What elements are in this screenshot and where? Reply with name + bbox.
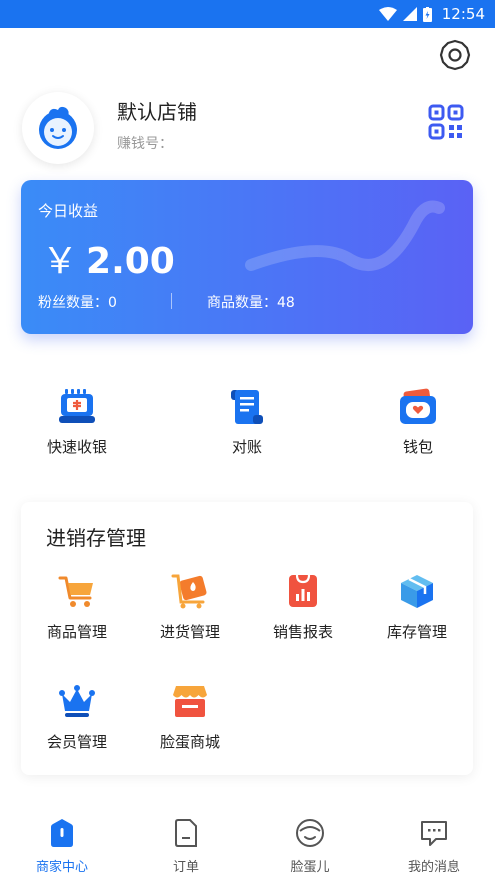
status-time: 12:54 <box>441 5 485 23</box>
quick-wallet-button[interactable]: 钱包 <box>368 387 468 467</box>
message-icon <box>421 821 447 846</box>
income-amount: ￥ 2.00 <box>42 232 175 284</box>
tab-orders-label: 订单 <box>172 860 199 875</box>
member-manage-label: 会员管理 <box>46 733 107 751</box>
signal-icon <box>402 7 417 21</box>
quick-cashier-button[interactable]: 快速收银 <box>27 387 127 467</box>
wifi-icon <box>378 7 397 21</box>
amount-value: 2.00 <box>86 241 175 282</box>
face-icon <box>296 819 324 847</box>
status-bar: 12:54 <box>0 0 495 28</box>
purchase-icon <box>171 574 207 609</box>
quick-cashier-label: 快速收银 <box>46 438 107 456</box>
tab-messages-label: 我的消息 <box>407 860 460 875</box>
avatar[interactable] <box>22 92 94 164</box>
tab-messages[interactable]: 我的消息 <box>384 818 484 875</box>
member-manage-button[interactable]: 会员管理 <box>27 682 127 762</box>
box-icon <box>401 575 433 608</box>
avatar-face-icon <box>39 106 77 149</box>
inventory-title: 进销存管理 <box>46 526 146 550</box>
card-title: 今日收益 <box>38 202 99 220</box>
fans-count: 粉丝数量：0 <box>38 295 117 311</box>
crown-icon <box>59 685 95 717</box>
sales-report-icon <box>289 574 317 607</box>
status-icons: 12:54 <box>378 0 485 28</box>
stock-manage-button[interactable]: 库存管理 <box>367 572 467 652</box>
earn-id-label: 赚钱号： <box>117 136 173 152</box>
wallet-icon <box>400 388 436 424</box>
tab-orders[interactable]: 订单 <box>136 818 236 875</box>
bill-icon <box>231 390 263 424</box>
cart-icon <box>58 576 93 607</box>
store-icon <box>173 686 207 717</box>
cashier-icon <box>59 389 95 423</box>
tab-face-label: 脸蛋儿 <box>290 860 330 875</box>
battery-icon <box>422 6 432 22</box>
product-manage-button[interactable]: 商品管理 <box>27 572 127 652</box>
sales-report-label: 销售报表 <box>272 623 333 641</box>
store-name: 默认店铺 <box>117 100 197 124</box>
income-card[interactable]: 今日收益 ￥ 2.00 粉丝数量：0 商品数量：48 <box>21 180 473 334</box>
inventory-panel: 进销存管理 商品管理 进货管理 销售报表 库存管理 会员管理 脸蛋商城 <box>21 502 473 775</box>
quick-reconcile-button[interactable]: 对账 <box>197 387 297 467</box>
face-mall-label: 脸蛋商城 <box>159 733 220 751</box>
settings-gear-icon[interactable] <box>438 38 472 72</box>
card-divider <box>171 293 172 309</box>
quick-wallet-label: 钱包 <box>402 438 433 456</box>
face-mall-button[interactable]: 脸蛋商城 <box>140 682 240 762</box>
goods-count: 商品数量：48 <box>207 295 295 311</box>
bottom-tab-bar: 商家中心 订单 脸蛋儿 我的消息 <box>0 800 495 880</box>
tab-face[interactable]: 脸蛋儿 <box>260 818 360 875</box>
order-icon <box>175 819 197 847</box>
qr-code-icon[interactable] <box>428 104 464 140</box>
product-manage-label: 商品管理 <box>46 623 107 641</box>
quick-reconcile-label: 对账 <box>231 438 262 456</box>
sales-report-button[interactable]: 销售报表 <box>253 572 353 652</box>
tab-merchant-center[interactable]: 商家中心 <box>12 818 112 875</box>
currency-symbol: ￥ <box>42 241 79 282</box>
stock-manage-label: 库存管理 <box>386 623 447 641</box>
purchase-manage-button[interactable]: 进货管理 <box>140 572 240 652</box>
purchase-manage-label: 进货管理 <box>159 623 220 641</box>
tab-merchant-center-label: 商家中心 <box>35 860 88 875</box>
home-icon <box>51 819 73 847</box>
